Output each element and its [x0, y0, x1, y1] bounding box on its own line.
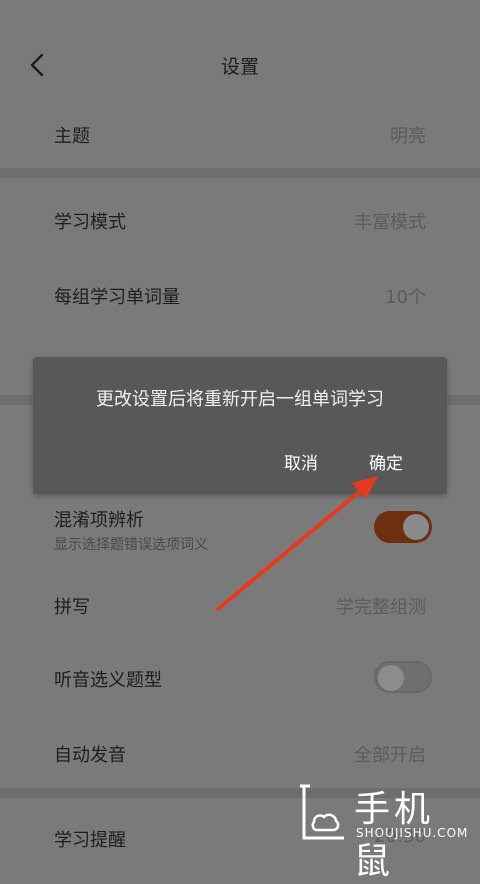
mouse-logo-icon — [300, 784, 344, 840]
setting-description: 显示选择题错误选项词义 — [54, 537, 208, 553]
confirm-button[interactable]: 确定 — [369, 449, 403, 474]
setting-value: 10个 — [385, 287, 426, 308]
setting-words-per-group[interactable]: 每组学习单词量 10个 — [0, 265, 480, 325]
setting-label: 学习模式 — [54, 212, 126, 233]
setting-value: 学完整组测 — [336, 597, 426, 618]
setting-spelling[interactable]: 拼写 学完整组测 — [0, 575, 480, 635]
toggle-knob — [378, 665, 404, 691]
setting-label: 自动发音 — [54, 745, 126, 766]
setting-label: 学习提醒 — [54, 830, 126, 851]
setting-label: 听音选义题型 — [54, 670, 162, 691]
dialog-message: 更改设置后将重新开启一组单词学习 — [96, 389, 384, 410]
section-divider — [0, 168, 480, 178]
setting-value: 明亮 — [390, 126, 426, 147]
setting-value: 丰富模式 — [354, 212, 426, 233]
setting-listening[interactable]: 听音选义题型 — [0, 648, 480, 708]
listening-toggle[interactable] — [374, 661, 432, 693]
setting-label: 混淆项辨析 — [54, 510, 144, 531]
toggle-knob — [403, 514, 429, 540]
watermark-site: SHOUJISHU.COM — [356, 826, 469, 840]
setting-theme[interactable]: 主题 明亮 — [0, 104, 480, 164]
setting-label: 主题 — [54, 126, 90, 147]
confusion-toggle[interactable] — [374, 511, 432, 543]
setting-study-mode[interactable]: 学习模式 丰富模式 — [0, 190, 480, 250]
setting-value: 全部开启 — [354, 745, 426, 766]
setting-confusion-analysis[interactable]: 混淆项辨析 显示选择题错误选项词义 — [0, 500, 480, 560]
setting-auto-pronounce[interactable]: 自动发音 全部开启 — [0, 723, 480, 783]
cancel-button[interactable]: 取消 — [284, 449, 318, 474]
page-title: 设置 — [220, 56, 259, 78]
setting-label: 每组学习单词量 — [54, 287, 180, 308]
setting-label: 拼写 — [54, 597, 90, 618]
confirm-dialog: 更改设置后将重新开启一组单词学习 取消 确定 — [33, 357, 447, 494]
watermark-logo: 手机鼠 SHOUJISHU.COM — [296, 780, 469, 882]
